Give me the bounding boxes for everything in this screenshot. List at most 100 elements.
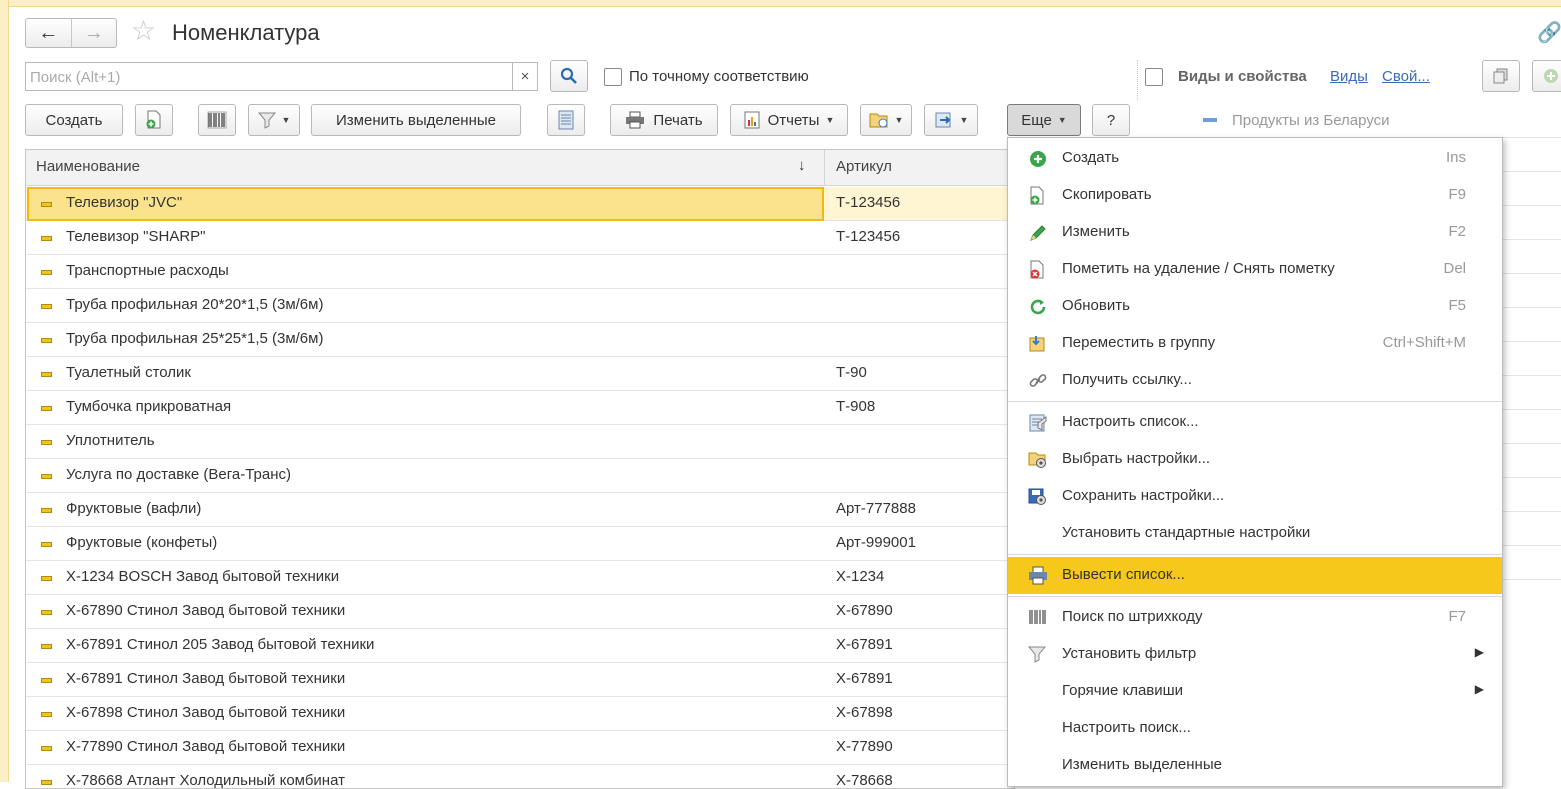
properties-header: Виды и свойства (1178, 68, 1307, 85)
properties-checkbox[interactable] (1145, 68, 1163, 86)
menu-item[interactable]: Скопировать F9 (1008, 177, 1502, 214)
menu-item[interactable]: Настроить поиск... (1008, 710, 1502, 747)
table-row[interactable]: Х-67891 Стинол 205 Завод бытовой техники… (26, 629, 1014, 663)
item-marker-icon (41, 202, 52, 207)
item-name: Х-1234 BOSCH Завод бытовой техники (66, 568, 340, 585)
search-button[interactable] (550, 60, 588, 92)
item-marker-icon (41, 406, 52, 411)
panel-row (1500, 376, 1561, 410)
item-marker-icon (41, 440, 52, 445)
reports-button[interactable]: Отчеты ▼ (730, 104, 848, 136)
menu-item-label: Горячие клавиши (1062, 682, 1184, 699)
barcode-icon (1028, 608, 1048, 628)
properties-link[interactable]: Свой... (1382, 68, 1430, 85)
menu-item-shortcut: F7 (1448, 608, 1466, 625)
search-input[interactable]: Поиск (Alt+1) (25, 62, 513, 91)
attachments-dropdown-button[interactable]: ▼ (860, 104, 912, 136)
link-icon[interactable]: 🔗 (1537, 20, 1561, 45)
table-row[interactable]: Труба профильная 25*25*1,5 (3м/6м) (26, 323, 1014, 357)
column-header-name[interactable]: Наименование (36, 158, 140, 175)
filter-dropdown-button[interactable]: ▼ (248, 104, 300, 136)
copy-panel-button[interactable] (1482, 60, 1520, 92)
sort-descending-icon[interactable]: ↓ (798, 157, 806, 174)
table-row[interactable]: Услуга по доставке (Вега-Транс) (26, 459, 1014, 493)
item-article: Т-123456 (836, 194, 901, 211)
back-arrow-icon[interactable]: ← (26, 19, 72, 47)
menu-item[interactable]: Сохранить настройки... (1008, 478, 1502, 515)
item-marker-icon (41, 678, 52, 683)
submenu-arrow-icon: ▶ (1474, 645, 1484, 659)
menu-item[interactable]: Настроить список... (1008, 404, 1502, 441)
item-marker-icon (41, 304, 52, 309)
table-row[interactable]: Тумбочка прикроватная Т-908 (26, 391, 1014, 425)
menu-item[interactable]: Изменить выделенные (1008, 747, 1502, 784)
barcode-icon (207, 111, 227, 129)
menu-item[interactable]: Изменить F2 (1008, 214, 1502, 251)
copy-item-button[interactable] (135, 104, 173, 136)
item-marker-icon (41, 780, 52, 785)
menu-item-label: Изменить (1062, 223, 1130, 240)
table-row[interactable]: Х-67898 Стинол Завод бытовой техники Х-67… (26, 697, 1014, 731)
table-row[interactable]: Телевизор "JVC" Т-123456 (26, 187, 1014, 221)
table-row[interactable]: Туалетный столик Т-90 (26, 357, 1014, 391)
exact-match-checkbox[interactable] (604, 68, 622, 86)
table-row[interactable]: Фруктовые (вафли) Арт-777888 (26, 493, 1014, 527)
table-row[interactable]: Х-67890 Стинол Завод бытовой техники Х-67… (26, 595, 1014, 629)
more-button[interactable]: Еще ▼ (1007, 104, 1081, 136)
table-row[interactable]: Фруктовые (конфеты) Арт-999001 (26, 527, 1014, 561)
favorite-star-icon[interactable]: ☆ (131, 17, 156, 45)
table-row[interactable]: Х-78668 Атлант Холодильный комбинат Х-786… (26, 765, 1014, 788)
table-row[interactable]: Х-77890 Стинол Завод бытовой техники Х-77… (26, 731, 1014, 765)
table-row[interactable]: Х-67891 Стинол Завод бытовой техники Х-67… (26, 663, 1014, 697)
table-row[interactable]: Транспортные расходы (26, 255, 1014, 289)
table-row[interactable]: Уплотнитель (26, 425, 1014, 459)
filter-icon (257, 112, 276, 129)
table-row[interactable]: Х-1234 BOSCH Завод бытовой техники Х-1234 (26, 561, 1014, 595)
menu-item[interactable]: Выбрать настройки... (1008, 441, 1502, 478)
menu-item[interactable]: Горячие клавиши ▶ (1008, 673, 1502, 710)
menu-item[interactable]: Пометить на удаление / Снять пометку Del (1008, 251, 1502, 288)
edit-selected-button[interactable]: Изменить выделенные (311, 104, 521, 136)
menu-item[interactable]: Установить стандартные настройки (1008, 515, 1502, 552)
folder-attachment-icon (869, 113, 888, 128)
filter-icon (1027, 645, 1048, 665)
list-settings-icon (1028, 413, 1048, 433)
panel-row[interactable]: Продукты из Беларуси (1143, 104, 1561, 138)
item-article: Арт-999001 (836, 534, 916, 551)
menu-item[interactable]: Установить фильтр ▶ (1008, 636, 1502, 673)
panel-row (1500, 410, 1561, 444)
menu-item[interactable]: Переместить в группу Ctrl+Shift+M (1008, 325, 1502, 362)
menu-item[interactable]: Обновить F5 (1008, 288, 1502, 325)
table-row[interactable]: Телевизор "SHARP" Т-123456 (26, 221, 1014, 255)
menu-item-label: Скопировать (1062, 186, 1152, 203)
item-marker-icon (41, 474, 52, 479)
menu-item[interactable]: Получить ссылку... (1008, 362, 1502, 399)
search-clear-button[interactable]: × (512, 62, 538, 91)
menu-item[interactable]: Вывести список... (1008, 557, 1502, 594)
help-button[interactable]: ? (1092, 104, 1130, 136)
exchange-dropdown-button[interactable]: ▼ (924, 104, 978, 136)
add-panel-button[interactable] (1532, 60, 1561, 92)
item-article: Х-67898 (836, 704, 893, 721)
item-article: Х-77890 (836, 738, 893, 755)
create-icon (1028, 149, 1048, 169)
dropdown-caret-icon: ▼ (1057, 115, 1067, 125)
list-view-button[interactable] (547, 104, 585, 136)
print-button[interactable]: Печать (610, 104, 718, 136)
forward-arrow-icon[interactable]: → (72, 19, 117, 47)
column-header-article[interactable]: Артикул (836, 158, 892, 175)
page-title: Номенклатура (172, 20, 320, 45)
item-name: Х-67891 Стинол 205 Завод бытовой техники (66, 636, 375, 653)
item-name: Тумбочка прикроватная (66, 398, 232, 415)
create-button[interactable]: Создать (25, 104, 123, 136)
types-link[interactable]: Виды (1330, 68, 1368, 85)
mark-delete-icon (1028, 260, 1048, 280)
panel-row (1500, 138, 1561, 172)
barcode-search-button[interactable] (198, 104, 236, 136)
item-article: Т-90 (836, 364, 867, 381)
menu-item[interactable]: Поиск по штрихкоду F7 (1008, 599, 1502, 636)
menu-item[interactable]: Создать Ins (1008, 140, 1502, 177)
dropdown-caret-icon: ▼ (959, 115, 969, 125)
table-row[interactable]: Труба профильная 20*20*1,5 (3м/6м) (26, 289, 1014, 323)
item-article: Х-1234 (836, 568, 885, 585)
